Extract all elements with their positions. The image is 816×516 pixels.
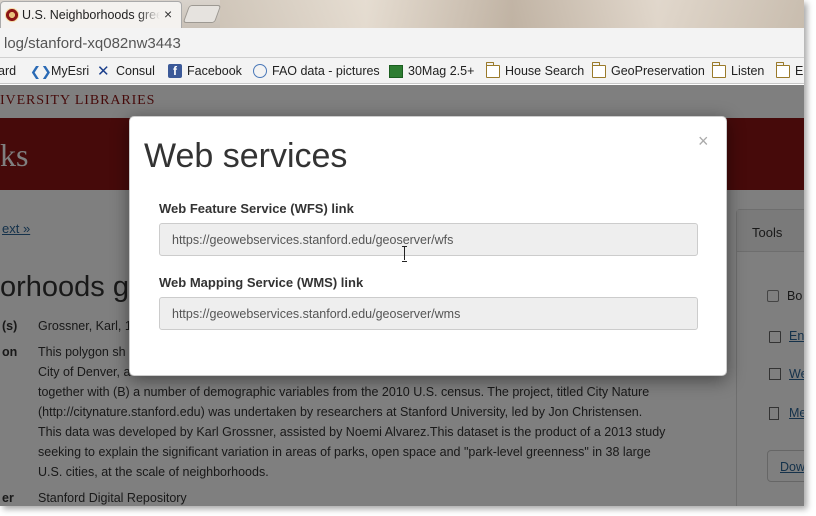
consul-x-icon: ✕: [97, 62, 110, 80]
url-text[interactable]: log/stanford-xq082nw3443: [4, 35, 181, 52]
bookmark-label: 30Mag 2.5+: [408, 64, 475, 78]
esri-icon: ❮❯: [30, 63, 52, 79]
close-icon[interactable]: ×: [698, 131, 709, 152]
bookmark-listen[interactable]: Listen: [711, 61, 765, 79]
facebook-icon: f: [168, 64, 182, 78]
address-bar[interactable]: log/stanford-xq082nw3443: [0, 28, 804, 58]
web-services-modal: Web services × Web Feature Service (WFS)…: [129, 116, 727, 376]
stanford-seal-icon: [5, 8, 19, 22]
bookmark-label: House Search: [505, 64, 585, 78]
bookmarks-bar: ard ❮❯ MyEsri ✕ Consul f Facebook FAO da…: [0, 58, 804, 84]
tab-bar: U.S. Neighborhoods greenness ×: [0, 0, 804, 28]
folder-icon: [485, 61, 500, 78]
bookmark-fao[interactable]: FAO data - pictures: [253, 63, 380, 79]
bookmark-geopreservation[interactable]: GeoPreservation: [591, 61, 705, 79]
text-cursor-icon: [402, 246, 408, 262]
folder-icon: [711, 61, 726, 78]
bookmark-label: Consul: [116, 64, 155, 78]
bookmark-ard[interactable]: ard: [0, 63, 16, 79]
tab-close-icon[interactable]: ×: [164, 6, 172, 22]
wfs-label: Web Feature Service (WFS) link: [159, 201, 354, 216]
bookmark-30mag[interactable]: 30Mag 2.5+: [389, 63, 474, 79]
new-tab-button[interactable]: [182, 5, 222, 23]
bookmark-myesri[interactable]: ❮❯ MyEsri: [30, 63, 89, 79]
map-icon: [389, 64, 403, 78]
wms-link-field[interactable]: [159, 297, 698, 330]
bookmark-house-search[interactable]: House Search: [485, 61, 585, 79]
folder-icon: [775, 61, 790, 78]
bookmark-facebook[interactable]: f Facebook: [168, 63, 242, 79]
browser-tab[interactable]: U.S. Neighborhoods greenness ×: [0, 1, 182, 28]
bookmark-label: ard: [0, 64, 17, 78]
wms-label: Web Mapping Service (WMS) link: [159, 275, 364, 290]
bookmark-label: E: [795, 64, 804, 78]
bookmark-label: GeoPreservation: [611, 64, 705, 78]
tab-title: U.S. Neighborhoods greenness: [22, 8, 160, 22]
fao-globe-icon: [253, 64, 267, 78]
wfs-link-field[interactable]: [159, 223, 698, 256]
bookmark-label: FAO data - pictures: [272, 64, 380, 78]
bookmark-label: MyEsri: [51, 64, 90, 78]
tab-bar-background: [220, 0, 804, 28]
bookmark-e[interactable]: E: [775, 61, 804, 79]
bookmark-label: Listen: [731, 64, 765, 78]
modal-title: Web services: [144, 137, 348, 175]
browser-window: U.S. Neighborhoods greenness × log/stanf…: [0, 0, 804, 506]
bookmark-consul[interactable]: ✕ Consul: [97, 63, 155, 79]
bookmark-label: Facebook: [187, 64, 242, 78]
folder-icon: [591, 61, 606, 78]
